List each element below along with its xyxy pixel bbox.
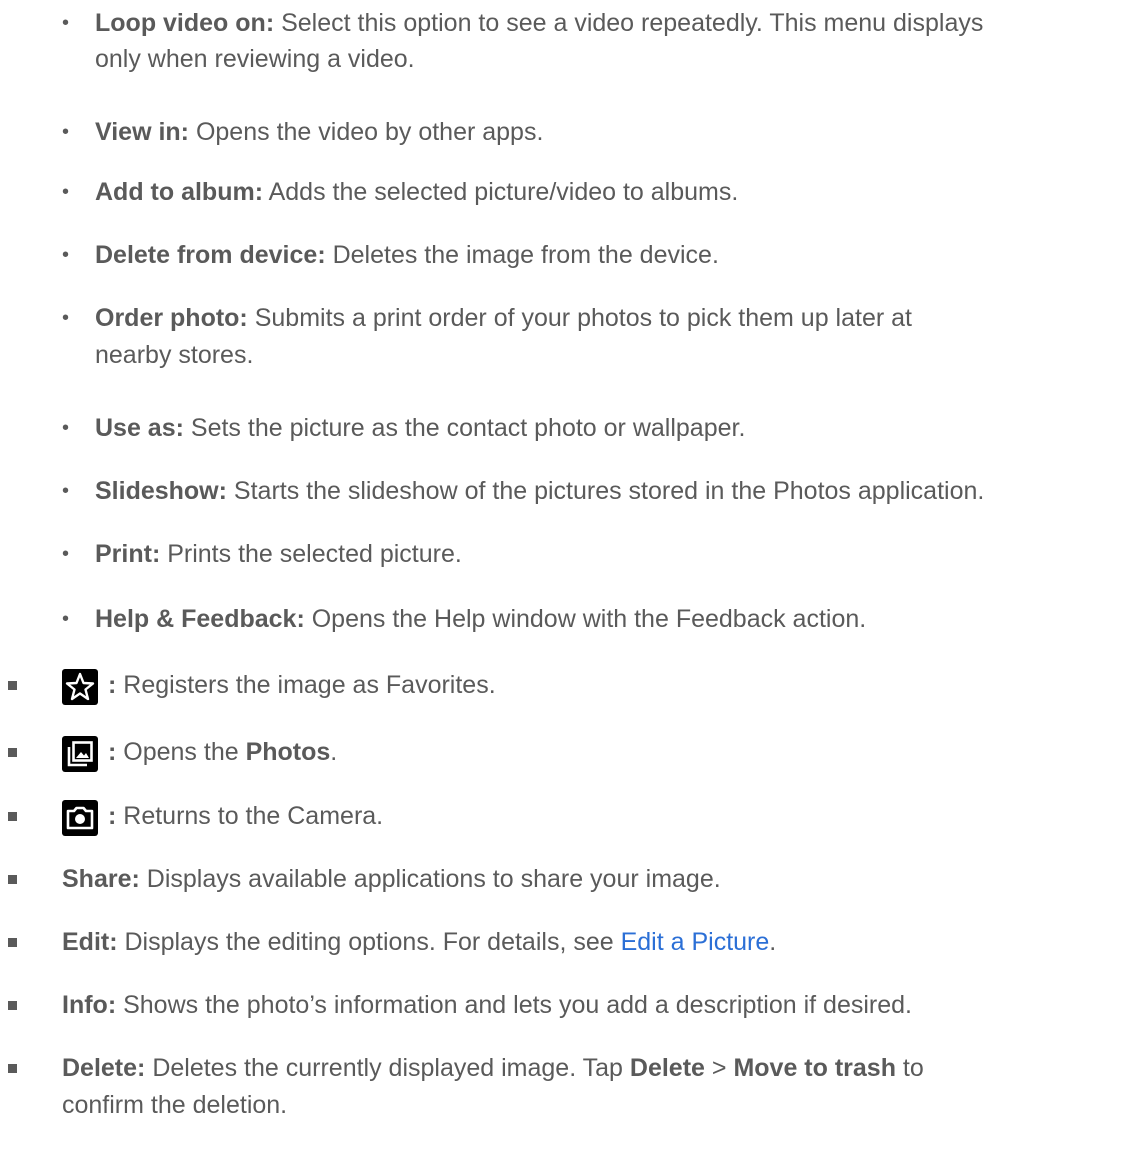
- edit-a-picture-link[interactable]: Edit a Picture: [621, 928, 770, 956]
- bullet: •: [62, 480, 70, 502]
- square-bullet: [8, 812, 17, 821]
- bullet: •: [62, 121, 70, 143]
- bullet: •: [62, 543, 70, 565]
- square-bullet: [8, 938, 17, 947]
- star-icon: [62, 669, 98, 705]
- bullet: •: [62, 244, 70, 266]
- list-item-delete: Delete: Deletes the currently displayed …: [62, 1054, 924, 1082]
- square-bullet: [8, 681, 17, 690]
- list-item-slideshow: Slideshow: Starts the slideshow of the p…: [95, 477, 985, 505]
- list-item-order-photo: Order photo: Submits a print order of yo…: [95, 304, 912, 332]
- list-item-delete-cont: confirm the deletion.: [62, 1091, 288, 1119]
- list-item-edit: Edit: Displays the editing options. For …: [62, 928, 777, 956]
- photos-icon: [62, 736, 98, 772]
- list-item-order-photo-cont: nearby stores.: [95, 341, 254, 369]
- list-item-loop-video-cont: only when reviewing a video.: [95, 45, 415, 73]
- bullet: •: [62, 608, 70, 630]
- camera-icon: [62, 800, 98, 836]
- bullet: •: [62, 181, 70, 203]
- list-item-view-in: View in: Opens the video by other apps.: [95, 118, 544, 146]
- bullet: •: [62, 12, 70, 34]
- bullet: •: [62, 307, 70, 329]
- list-item-delete-from-device: Delete from device: Deletes the image fr…: [95, 241, 719, 269]
- list-item-help-feedback: Help & Feedback: Opens the Help window w…: [95, 605, 867, 633]
- icon-item-camera: : Returns to the Camera.: [108, 802, 384, 830]
- square-bullet: [8, 1064, 17, 1073]
- list-item-use-as: Use as: Sets the picture as the contact …: [95, 414, 746, 442]
- bullet: •: [62, 417, 70, 439]
- icon-item-favorites: : Registers the image as Favorites.: [108, 671, 496, 699]
- square-bullet: [8, 748, 17, 757]
- icon-item-photos: : Opens the Photos.: [108, 738, 338, 766]
- list-item-loop-video: Loop video on: Select this option to see…: [95, 9, 984, 37]
- list-item-add-to-album: Add to album: Adds the selected picture/…: [95, 178, 739, 206]
- square-bullet: [8, 875, 17, 884]
- list-item-print: Print: Prints the selected picture.: [95, 540, 462, 568]
- list-item-share: Share: Displays available applications t…: [62, 865, 721, 893]
- square-bullet: [8, 1001, 17, 1010]
- list-item-info: Info: Shows the photo’s information and …: [62, 991, 912, 1019]
